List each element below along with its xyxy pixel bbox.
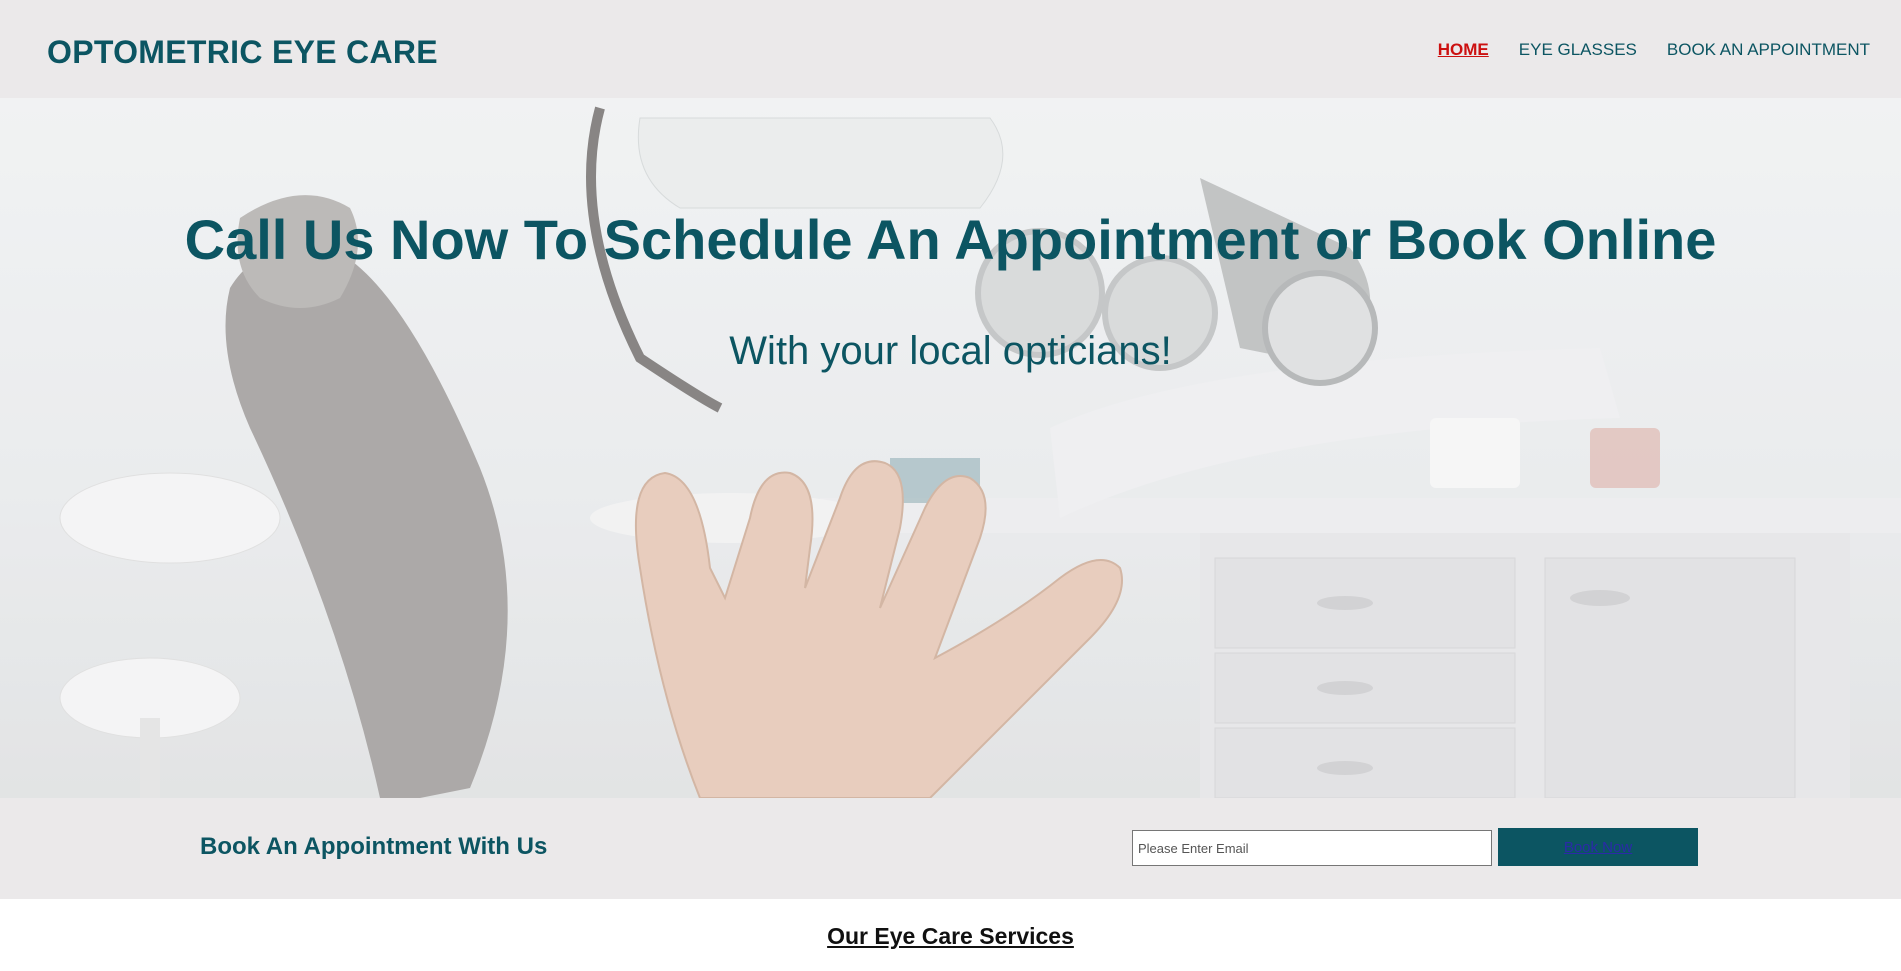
booking-label: Book An Appointment With Us [200,833,548,860]
site-header: OPTOMETRIC EYE CARE HOME EYE GLASSES BOO… [0,0,1901,98]
email-input[interactable] [1132,830,1492,866]
hero-banner: Call Us Now To Schedule An Appointment o… [0,98,1901,798]
services-heading: Our Eye Care Services [827,923,1074,949]
booking-bar: Book An Appointment With Us Book Now [0,798,1901,899]
nav-home-link[interactable]: HOME [1438,40,1489,60]
hero-title: Call Us Now To Schedule An Appointment o… [184,208,1717,271]
hero-background-image [0,98,1901,798]
main-nav: HOME EYE GLASSES BOOK AN APPOINTMENT [1438,40,1870,60]
nav-eye-glasses-link[interactable]: EYE GLASSES [1519,40,1637,60]
brand-logo-text[interactable]: OPTOMETRIC EYE CARE [47,33,438,71]
nav-book-appointment-link[interactable]: BOOK AN APPOINTMENT [1667,40,1870,60]
book-now-button[interactable]: Book Now [1498,828,1698,866]
hero-subtitle: With your local opticians! [729,329,1172,373]
overlay-shape [0,98,1901,798]
